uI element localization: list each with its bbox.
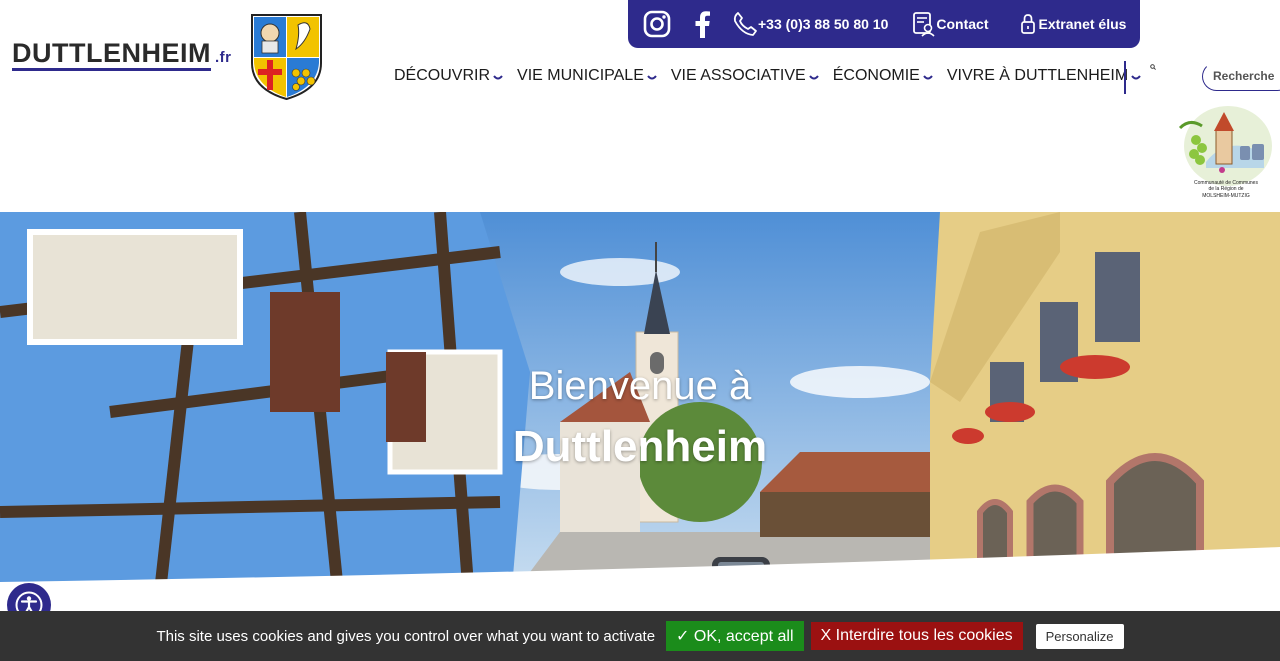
coat-of-arms-icon[interactable] — [250, 13, 323, 101]
logo-ext-text: .fr — [214, 49, 232, 66]
hero-title-line1: Bienvenue à — [528, 364, 752, 408]
deny-all-button[interactable]: X Interdire tous les cookies — [810, 622, 1023, 650]
cookie-banner: This site uses cookies and gives you con… — [0, 611, 1280, 661]
nav-item-economie[interactable]: ÉCONOMIE — [833, 67, 933, 85]
hero-title-line2: Duttlenheim — [512, 422, 768, 471]
svg-text:MOLSHEIM-MUTZIG: MOLSHEIM-MUTZIG — [1202, 193, 1250, 199]
chevron-down-icon — [1131, 75, 1141, 80]
nav-item-label: DÉCOUVRIR — [394, 67, 491, 84]
extranet-link[interactable]: Extranet élus — [1017, 12, 1127, 36]
search-input[interactable]: Recherche — [1202, 62, 1280, 91]
top-utility-bar: +33 (0)3 88 50 80 10 Contact Extranet él… — [628, 0, 1140, 48]
chevron-down-icon — [923, 75, 933, 80]
nav-item-vivre[interactable]: VIVRE À DUTTLENHEIM — [947, 67, 1141, 85]
lock-icon — [1020, 14, 1035, 34]
nav-item-label: VIE MUNICIPALE — [517, 67, 644, 84]
nav-item-decouvrir[interactable]: DÉCOUVRIR — [394, 67, 503, 85]
svg-text:de la Région de: de la Région de — [1208, 186, 1243, 192]
contact-label: Contact — [936, 16, 989, 32]
nav-item-label: VIVRE À DUTTLENHEIM — [946, 67, 1129, 84]
phone-icon — [733, 12, 757, 36]
page: DUTTLENHEIM .fr +33 (0)3 88 50 80 10 Con… — [0, 0, 1280, 661]
instagram-icon[interactable] — [642, 9, 672, 39]
nav-item-label: VIE ASSOCIATIVE — [670, 67, 806, 84]
chevron-down-icon — [647, 75, 657, 80]
chevron-down-icon — [808, 75, 819, 80]
chevron-down-icon — [493, 75, 503, 80]
logo-main-text: DUTTLENHEIM — [12, 38, 211, 71]
site-logo[interactable]: DUTTLENHEIM .fr — [12, 38, 232, 71]
communaute-de-communes-logo-icon[interactable]: Communauté de Communes de la Région de M… — [1176, 104, 1276, 204]
extranet-label: Extranet élus — [1038, 16, 1127, 32]
accept-all-button[interactable]: ✓ OK, accept all — [666, 621, 804, 651]
facebook-icon[interactable] — [692, 10, 712, 38]
cookie-message: This site uses cookies and gives you con… — [156, 627, 656, 645]
phone-label: +33 (0)3 88 50 80 10 — [758, 16, 889, 32]
contact-icon — [913, 12, 935, 37]
nav-divider — [1124, 61, 1126, 94]
hero-banner: Bienvenue à Duttlenheim — [0, 212, 1280, 612]
nav-item-vie-municipale[interactable]: VIE MUNICIPALE — [517, 67, 657, 85]
nav-item-label: ÉCONOMIE — [832, 67, 920, 84]
nav-item-vie-associative[interactable]: VIE ASSOCIATIVE — [671, 67, 819, 85]
contact-link[interactable]: Contact — [912, 11, 989, 37]
personalize-button[interactable]: Personalize — [1035, 623, 1124, 649]
main-nav: DÉCOUVRIR VIE MUNICIPALE VIE ASSOCIATIVE… — [394, 64, 1155, 88]
search-icon[interactable] — [1150, 64, 1156, 70]
hero-village-image — [0, 212, 1280, 612]
phone-link[interactable]: +33 (0)3 88 50 80 10 — [732, 11, 888, 37]
